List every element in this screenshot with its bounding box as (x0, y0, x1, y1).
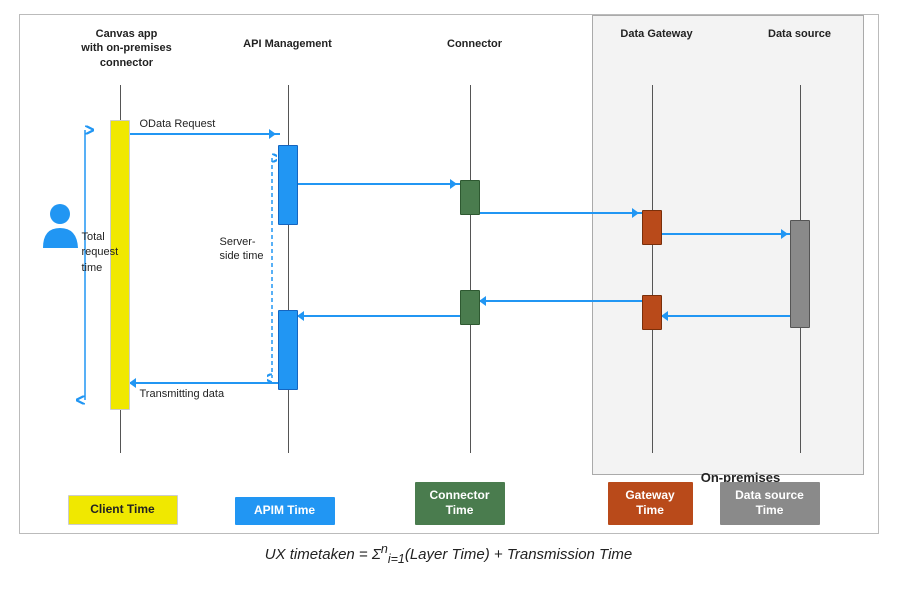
legend-datasource-time: Data sourceTime (720, 482, 820, 525)
legend-client-time-label: Client Time (90, 502, 154, 516)
apim-activation-box-bottom (278, 310, 298, 390)
col-header-canvas: Canvas appwith on-premisesconnector (72, 27, 182, 70)
lifeline-connector (470, 85, 472, 453)
legend-connector-time-label: ConnectorTime (430, 488, 490, 518)
col-header-gateway: Data Gateway (612, 27, 702, 41)
arrow-canvas-to-apim (130, 133, 280, 135)
lifeline-apim (288, 85, 290, 453)
arrow-connector-to-apim (298, 315, 461, 317)
connector-activation-box-bottom (460, 290, 480, 325)
main-diagram: Canvas appwith on-premisesconnector API … (19, 14, 879, 534)
arrow-apim-to-connector (298, 183, 461, 185)
onprem-box (592, 15, 864, 475)
apim-activation-box-top (278, 145, 298, 225)
formula-text: UX timetaken = Σni=1(Layer Time) + Trans… (265, 546, 633, 563)
legend-apim-time-label: APIM Time (254, 503, 315, 517)
datasource-activation-box (790, 220, 810, 328)
legend-gateway-time: GatewayTime (608, 482, 693, 525)
label-server-side-time: Server-side time (220, 235, 264, 264)
label-transmitting-data: Transmitting data (140, 387, 225, 401)
col-header-apim: API Management (238, 37, 338, 51)
formula-area: UX timetaken = Σni=1(Layer Time) + Trans… (19, 542, 879, 566)
person-icon (38, 200, 83, 258)
server-side-varrow (267, 148, 277, 388)
arrow-gateway-to-datasource (662, 233, 792, 235)
arrow-gateway-to-connector (480, 300, 643, 302)
arrow-apim-to-canvas (130, 382, 280, 384)
label-total-request-time: Totalrequesttime (82, 230, 119, 276)
legend-gateway-time-label: GatewayTime (625, 488, 674, 518)
label-odata-request: OData Request (140, 117, 216, 131)
col-header-connector: Connector (435, 37, 515, 51)
legend-apim-time: APIM Time (235, 497, 335, 525)
gateway-activation-box-bottom (642, 295, 662, 330)
legend-client-time: Client Time (68, 495, 178, 525)
arrow-connector-to-gateway (480, 212, 643, 214)
legend-datasource-time-label: Data sourceTime (735, 488, 804, 518)
lifeline-gateway (652, 85, 654, 453)
legend-connector-time: ConnectorTime (415, 482, 505, 525)
gateway-activation-box-top (642, 210, 662, 245)
connector-activation-box-top (460, 180, 480, 215)
arrow-datasource-to-gateway (662, 315, 792, 317)
col-header-datasource: Data source (755, 27, 845, 41)
